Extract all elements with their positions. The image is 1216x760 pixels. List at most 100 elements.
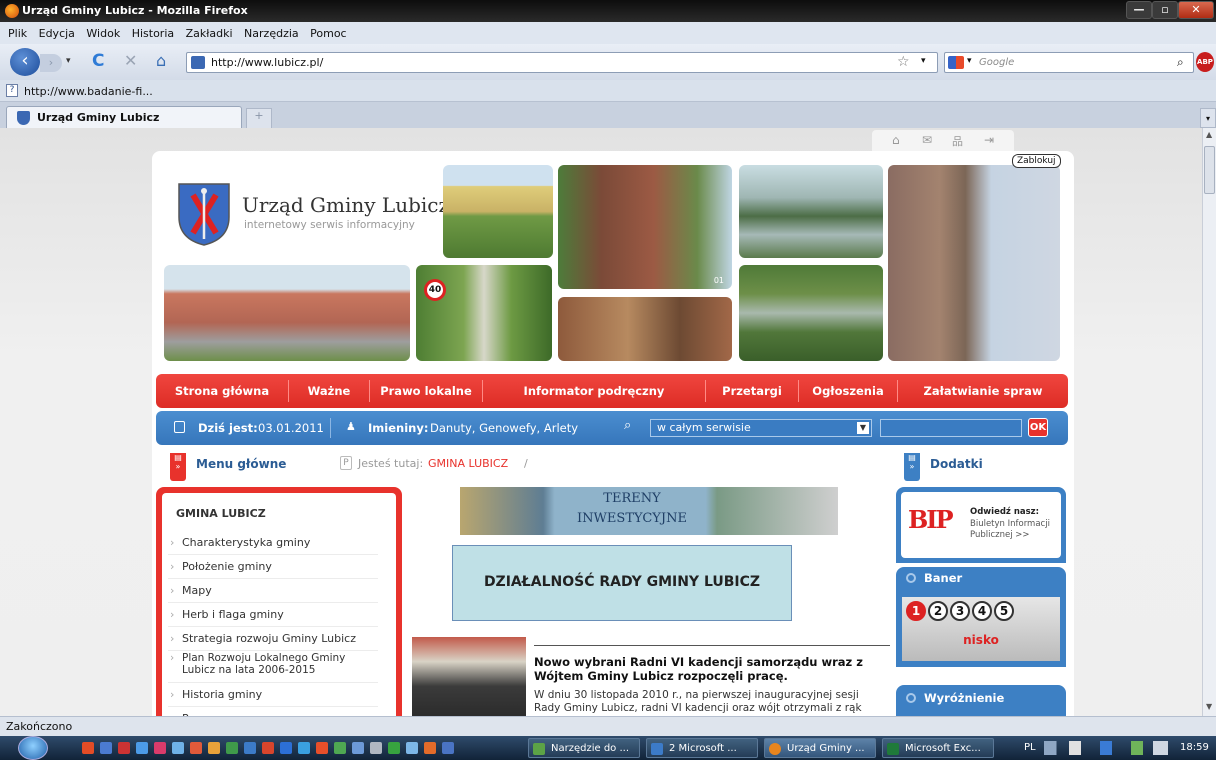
quicklaunch-icon[interactable] — [82, 742, 94, 754]
nav-prawo-lokalne[interactable]: Prawo lokalne — [370, 374, 482, 408]
quicklaunch-icon[interactable] — [226, 742, 238, 754]
menu-zakladki[interactable]: Zakładki — [186, 27, 233, 40]
start-button[interactable] — [18, 736, 48, 760]
quicklaunch-icon[interactable] — [100, 742, 112, 754]
close-button[interactable]: ✕ — [1178, 1, 1214, 19]
quicklaunch-icon[interactable] — [280, 742, 292, 754]
quicklaunch-icon[interactable] — [298, 742, 310, 754]
taskbar-item-active[interactable]: Urząd Gminy ... — [764, 738, 876, 758]
back-button[interactable]: ‹ — [10, 48, 40, 76]
menu-narzedzia[interactable]: Narzędzia — [244, 27, 299, 40]
menu-item-historia[interactable]: Historia gminy — [168, 683, 378, 707]
bip-link[interactable]: Biuletyn Informacji Publicznej >> — [970, 519, 1052, 541]
scroll-thumb[interactable] — [1204, 146, 1215, 194]
site-title[interactable]: Urząd Gminy Lubicz — [242, 193, 449, 217]
nav-zalatwianie-spraw[interactable]: Załatwianie spraw — [898, 374, 1068, 408]
nav-informator[interactable]: Informator podręczny — [483, 374, 705, 408]
menu-historia[interactable]: Historia — [132, 27, 174, 40]
home-small-icon[interactable]: ⌂ — [892, 133, 900, 147]
nav-strona-glowna[interactable]: Strona główna — [156, 374, 288, 408]
names-value: Danuty, Genowefy, Arlety — [430, 421, 579, 435]
page-viewport[interactable]: ⌂ ✉ 品 ⇥ Urząd Gminy Lubicz internetowy s… — [0, 128, 1202, 716]
quicklaunch-icon[interactable] — [316, 742, 328, 754]
stop-icon[interactable]: ✕ — [124, 51, 137, 70]
quicklaunch-icon[interactable] — [442, 742, 454, 754]
quicklaunch-icon[interactable] — [172, 742, 184, 754]
banner-tereny-inwestycyjne[interactable]: TERENY INWESTYCYJNE — [460, 487, 838, 535]
search-bar[interactable]: ▾ Google ⌕ — [944, 52, 1194, 73]
nav-wazne[interactable]: Ważne — [289, 374, 369, 408]
login-icon[interactable]: ⇥ — [984, 133, 994, 147]
menu-item-herb[interactable]: Herb i flaga gminy — [168, 603, 378, 627]
dropdown-icon[interactable]: ▾ — [66, 56, 71, 66]
site-identity-icon[interactable] — [191, 56, 205, 69]
menu-item-programy[interactable]: Programy — [168, 707, 378, 716]
left-menu-heading[interactable]: GMINA LUBICZ — [176, 507, 266, 520]
bip-box[interactable]: BIP Odwiedź nasz: Biuletyn Informacji Pu… — [896, 487, 1066, 563]
mail-icon[interactable]: ✉ — [922, 133, 932, 147]
quicklaunch-icon[interactable] — [118, 742, 130, 754]
search-ok-button[interactable]: OK — [1028, 418, 1048, 437]
menu-edycja[interactable]: Edycja — [39, 27, 75, 40]
menu-item-polozenie[interactable]: Położenie gminy — [168, 555, 378, 579]
news-photo[interactable] — [412, 637, 526, 716]
news-title[interactable]: Nowo wybrani Radni VI kadencji samorządu… — [534, 655, 868, 683]
clock[interactable]: 18:59 — [1180, 742, 1209, 753]
menu-item-strategia[interactable]: Strategia rozwoju Gminy Lubicz — [168, 627, 378, 651]
address-bar[interactable]: http://www.lubicz.pl/ ☆ ▾ — [186, 52, 938, 73]
quicklaunch-icon[interactable] — [208, 742, 220, 754]
menu-pomoc[interactable]: Pomoc — [310, 27, 346, 40]
url-dropdown-icon[interactable]: ▾ — [921, 56, 926, 66]
zablokuj-button[interactable]: Zablokuj — [1012, 154, 1061, 168]
quicklaunch-icon[interactable] — [406, 742, 418, 754]
menu-item-charakterystyka[interactable]: Charakterystyka gminy — [168, 531, 378, 555]
quicklaunch-icon[interactable] — [334, 742, 346, 754]
bookmark-star-icon[interactable]: ☆ — [897, 54, 910, 70]
bookmark-item[interactable]: http://www.badanie-fi... — [24, 85, 153, 98]
new-tab-button[interactable]: + — [246, 108, 272, 128]
quicklaunch-icon[interactable] — [388, 742, 400, 754]
photo-craft-workshop — [558, 297, 732, 361]
quicklaunch-icon[interactable] — [190, 742, 202, 754]
person-icon: ♟ — [346, 420, 356, 433]
banner-dzialalnosc-rady[interactable]: DZIAŁALNOŚĆ RADY GMINY LUBICZ — [452, 545, 792, 621]
quicklaunch-icon[interactable] — [370, 742, 382, 754]
tab-urzad-gminy[interactable]: Urząd Gminy Lubicz — [6, 106, 242, 128]
menu-plik[interactable]: Plik — [8, 27, 27, 40]
quicklaunch-icon[interactable] — [424, 742, 436, 754]
quicklaunch-icon[interactable] — [352, 742, 364, 754]
adblock-icon[interactable]: ABP — [1196, 52, 1214, 72]
home-icon[interactable]: ⌂ — [156, 51, 166, 70]
quicklaunch-icon[interactable] — [262, 742, 274, 754]
search-scope-select[interactable]: w całym serwisie ▼ — [650, 419, 872, 437]
search-input[interactable] — [880, 419, 1022, 437]
scroll-down-icon[interactable]: ▼ — [1206, 702, 1212, 711]
breadcrumb-item[interactable]: GMINA LUBICZ — [428, 457, 508, 470]
vertical-scrollbar[interactable]: ▲ ▼ — [1202, 128, 1216, 716]
minimize-button[interactable]: — — [1126, 1, 1152, 19]
quicklaunch-icon[interactable] — [244, 742, 256, 754]
forward-button[interactable]: › — [40, 54, 62, 72]
taskbar-item[interactable]: Microsoft Exc... — [882, 738, 994, 758]
taskbar-item[interactable]: Narzędzie do ... — [528, 738, 640, 758]
menu-item-mapy[interactable]: Mapy — [168, 579, 378, 603]
quicklaunch-icon[interactable] — [154, 742, 166, 754]
tab-list-button[interactable]: ▾ — [1200, 108, 1216, 128]
reload-icon[interactable]: C — [92, 51, 104, 71]
menu-item-plan-rozwoju[interactable]: Plan Rozwoju Lokalnego Gminy Lubicz na l… — [168, 651, 378, 683]
baner-image[interactable]: 12345 nisko — [902, 597, 1060, 661]
quicklaunch-icon[interactable] — [136, 742, 148, 754]
taskbar-item[interactable]: 2 Microsoft ... — [646, 738, 758, 758]
tray-icons[interactable] — [1044, 741, 1168, 755]
language-indicator[interactable]: PL — [1024, 742, 1036, 753]
maximize-button[interactable]: ▫ — [1152, 1, 1178, 19]
google-icon[interactable] — [948, 56, 964, 69]
sitemap-icon[interactable]: 品 — [952, 133, 963, 149]
photo-river — [739, 265, 883, 361]
content-header: ▤» Menu główne P Jesteś tutaj: GMINA LUB… — [166, 453, 1064, 483]
menu-widok[interactable]: Widok — [86, 27, 120, 40]
scroll-up-icon[interactable]: ▲ — [1206, 130, 1212, 139]
magnifier-icon[interactable]: ⌕ — [1177, 55, 1184, 70]
nav-ogloszenia[interactable]: Ogłoszenia — [799, 374, 897, 408]
nav-przetargi[interactable]: Przetargi — [706, 374, 798, 408]
